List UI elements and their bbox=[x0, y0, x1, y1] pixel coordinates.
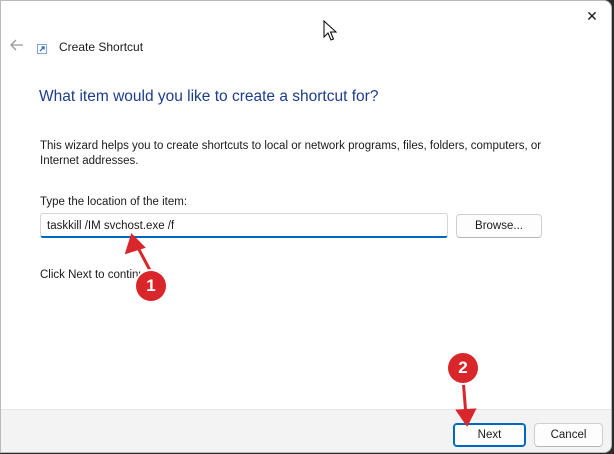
wizard-description: This wizard helps you to create shortcut… bbox=[40, 140, 542, 167]
annotation-badge-2: 2 bbox=[448, 353, 478, 383]
location-input[interactable] bbox=[40, 213, 448, 238]
close-icon: ✕ bbox=[586, 7, 598, 24]
close-button[interactable]: ✕ bbox=[579, 5, 605, 27]
location-label: Type the location of the item: bbox=[40, 196, 188, 208]
shortcut-icon bbox=[37, 44, 47, 54]
browse-button[interactable]: Browse... bbox=[456, 214, 542, 238]
create-shortcut-window: ✕ Create Shortcut What item would you li… bbox=[0, 0, 612, 453]
cancel-button[interactable]: Cancel bbox=[534, 423, 603, 447]
mouse-cursor-icon bbox=[323, 20, 337, 41]
window-title: Create Shortcut bbox=[59, 40, 144, 54]
page-heading: What item would you like to create a sho… bbox=[39, 88, 379, 105]
next-button[interactable]: Next bbox=[453, 423, 526, 447]
back-arrow-icon[interactable] bbox=[9, 37, 25, 53]
annotation-badge-1: 1 bbox=[136, 271, 166, 301]
